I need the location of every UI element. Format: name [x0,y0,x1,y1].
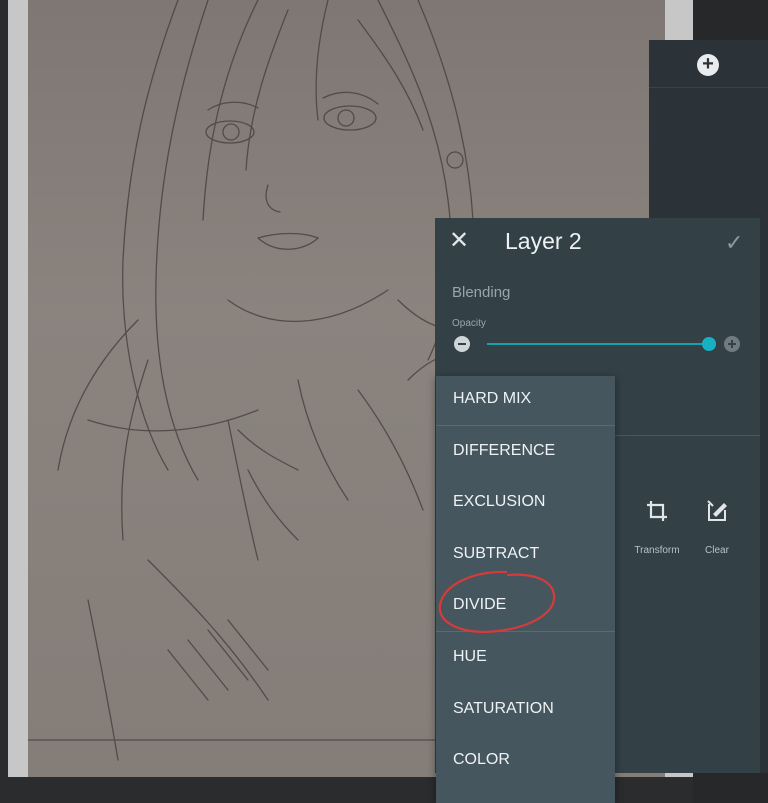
blend-mode-divide[interactable]: DIVIDE [436,582,615,634]
blend-mode-subtract[interactable]: SUBTRACT [436,531,615,583]
add-layer-button[interactable]: + [697,54,719,76]
menu-divider [436,425,615,426]
opacity-decrease-button[interactable] [454,336,470,352]
blend-mode-saturation[interactable]: SATURATION [436,686,615,738]
crop-icon [647,501,667,521]
layers-panel-header: + [649,40,768,88]
opacity-slider-track[interactable] [487,343,709,345]
opacity-increase-button[interactable] [724,336,740,352]
menu-divider [436,631,615,632]
dialog-title: Layer 2 [505,228,582,254]
clear-layer-icon [707,500,727,521]
dialog-divider [615,435,760,436]
blending-label: Blending [452,284,511,301]
clear-label: Clear [705,545,729,556]
transform-button[interactable]: Transform [627,498,687,558]
blend-mode-hue[interactable]: HUE [436,634,615,686]
blend-mode-difference[interactable]: DIFFERENCE [436,428,615,480]
blend-mode-hard-mix[interactable]: HARD MIX [436,376,615,428]
transform-label: Transform [634,545,680,556]
blend-mode-dropdown: HARD MIX DIFFERENCE EXCLUSION SUBTRACT D… [436,376,615,803]
check-icon[interactable]: ✓ [725,230,749,255]
opacity-slider-thumb[interactable] [702,337,716,351]
add-layer-icon: + [702,53,714,75]
opacity-label: Opacity [452,318,486,329]
blend-mode-exclusion[interactable]: EXCLUSION [436,479,615,531]
close-icon[interactable]: ✕ [449,229,469,253]
blend-mode-color[interactable]: COLOR [436,737,615,789]
clear-button[interactable]: Clear [687,498,747,558]
